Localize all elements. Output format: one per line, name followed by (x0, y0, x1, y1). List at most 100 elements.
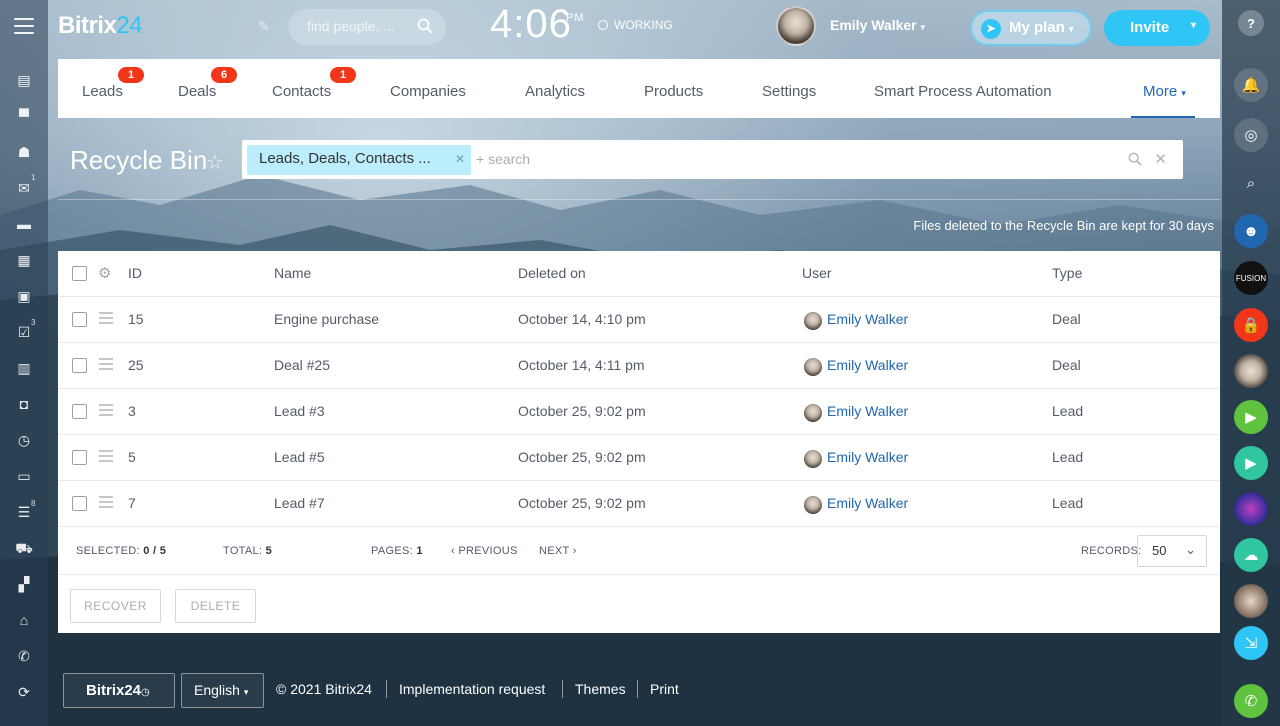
cell-id: 5 (128, 449, 136, 465)
drag-handle-icon[interactable] (99, 450, 113, 462)
row-checkbox[interactable] (72, 496, 87, 511)
calendar-icon[interactable]: ▣ (15, 288, 33, 304)
user-link[interactable]: Emily Walker (827, 357, 908, 373)
row-checkbox[interactable] (72, 312, 87, 327)
implementation-request-link[interactable]: Implementation request (399, 681, 545, 697)
global-search-input[interactable]: find people, ... (288, 9, 446, 45)
lock-icon[interactable]: 🔒 (1234, 308, 1268, 342)
sync-icon[interactable]: ⟳ (15, 684, 33, 700)
group-chat-icon[interactable]: ☻ (1234, 214, 1268, 248)
cell-id: 15 (128, 311, 144, 327)
user-avatar-2[interactable] (1234, 584, 1268, 618)
user-link[interactable]: Emily Walker (827, 403, 908, 419)
notifications-icon[interactable]: 🔔 (1234, 68, 1268, 102)
filter-preset-tag[interactable]: Leads, Deals, Contacts ... ✕ (247, 145, 471, 175)
tab-analytics[interactable]: Analytics (525, 83, 585, 100)
gear-icon[interactable]: ⚙ (98, 264, 111, 282)
mail-icon[interactable]: ✉ (15, 180, 33, 196)
video-call-icon[interactable]: ▶ (1234, 446, 1268, 480)
row-checkbox[interactable] (72, 450, 87, 465)
table-row[interactable]: 3 Lead #3 October 25, 9:02 pm Emily Walk… (58, 389, 1220, 435)
myplan-button[interactable]: ➤ My plan ▾ (970, 10, 1092, 46)
table-row[interactable]: 25 Deal #25 October 14, 4:11 pm Emily Wa… (58, 343, 1220, 389)
inventory-icon[interactable]: ⌂ (15, 612, 33, 628)
drag-handle-icon[interactable] (99, 496, 113, 508)
search-icon[interactable] (1128, 152, 1143, 166)
records-per-page-select[interactable]: 50 ⌄ (1137, 535, 1207, 567)
menu-icon[interactable] (14, 18, 34, 34)
language-select[interactable]: English ▾ (181, 673, 264, 708)
drag-handle-icon[interactable] (99, 404, 113, 416)
pencil-icon[interactable]: ✎ (258, 18, 270, 35)
tab-smart-process-automation[interactable]: Smart Process Automation (874, 83, 1052, 100)
clock-icon[interactable]: ◷ (15, 432, 33, 448)
select-all-checkbox[interactable] (72, 266, 87, 281)
tab-deals[interactable]: Deals (178, 83, 216, 100)
contacts-icon[interactable]: ▥ (15, 360, 33, 376)
user-menu[interactable]: Emily Walker ▾ (830, 17, 925, 33)
table-row[interactable]: 15 Engine purchase October 14, 4:10 pm E… (58, 297, 1220, 343)
row-checkbox[interactable] (72, 404, 87, 419)
column-name[interactable]: Name (274, 265, 311, 281)
user-link[interactable]: Emily Walker (827, 449, 908, 465)
apps-icon[interactable]: ▞ (15, 576, 33, 592)
video-icon[interactable]: ▶ (1234, 400, 1268, 434)
tab-more[interactable]: More ▾ (1143, 83, 1186, 100)
drag-handle-icon[interactable] (99, 358, 113, 370)
user-link[interactable]: Emily Walker (827, 495, 908, 511)
group-avatar[interactable] (1234, 492, 1268, 526)
tab-contacts[interactable]: Contacts (272, 83, 331, 100)
conference-icon[interactable]: ◘ (15, 396, 33, 412)
column-id[interactable]: ID (128, 265, 142, 281)
column-type[interactable]: Type (1052, 265, 1082, 281)
sites-icon[interactable]: ▭ (15, 468, 33, 484)
cloud-icon[interactable]: ☁ (1234, 538, 1268, 572)
themes-link[interactable]: Themes (575, 681, 626, 697)
invite-button[interactable]: Invite ▾ (1104, 10, 1210, 46)
table-row[interactable]: 7 Lead #7 October 25, 9:02 pm Emily Walk… (58, 481, 1220, 527)
user-avatar[interactable] (1234, 354, 1268, 388)
app-logo[interactable]: Bitrix24 (58, 12, 143, 40)
cell-type: Lead (1052, 495, 1084, 511)
drive-icon[interactable]: ▬ (15, 216, 33, 232)
help-icon[interactable]: ? (1238, 10, 1264, 36)
filter-bar[interactable]: Leads, Deals, Contacts ... ✕ + search ✕ (242, 140, 1183, 179)
table-row[interactable]: 5 Lead #5 October 25, 9:02 pm Emily Walk… (58, 435, 1220, 481)
next-page-button[interactable]: NEXT › (539, 545, 577, 557)
cart-icon[interactable]: ⛟ (15, 540, 33, 556)
docs-icon[interactable]: ▦ (15, 252, 33, 268)
tab-products[interactable]: Products (644, 83, 703, 100)
tab-leads[interactable]: Leads (82, 83, 123, 100)
delete-button[interactable]: DELETE (175, 589, 256, 623)
previous-page-button[interactable]: ‹ PREVIOUS (451, 545, 518, 557)
messenger-icon[interactable]: ◎ (1234, 118, 1268, 152)
clock[interactable]: 4:06 PM (490, 2, 584, 47)
groups-icon[interactable]: ☗ (15, 144, 33, 160)
user-link[interactable]: Emily Walker (827, 311, 908, 327)
chat-icon[interactable]: ▀ (15, 108, 33, 124)
drag-handle-icon[interactable] (99, 312, 113, 324)
fusion-avatar[interactable]: FUSION (1234, 261, 1268, 295)
phone-icon[interactable]: ✆ (15, 648, 33, 664)
filter-search-input[interactable]: + search (476, 151, 530, 167)
feed-icon[interactable]: ▤ (15, 72, 33, 88)
column-user[interactable]: User (802, 265, 832, 281)
avatar (804, 450, 822, 468)
row-checkbox[interactable] (72, 358, 87, 373)
work-status[interactable]: WORKING (598, 18, 673, 32)
recover-button[interactable]: RECOVER (70, 589, 161, 623)
close-icon[interactable]: ✕ (455, 152, 465, 166)
tab-settings[interactable]: Settings (762, 83, 816, 100)
cell-name: Lead #3 (274, 403, 325, 419)
star-icon[interactable]: ☆ (206, 150, 224, 175)
avatar[interactable] (776, 6, 816, 46)
tab-companies[interactable]: Companies (390, 83, 466, 100)
search-icon[interactable]: ⌕ (1234, 166, 1268, 200)
footer-logo[interactable]: Bitrix24◷ (63, 673, 175, 708)
print-link[interactable]: Print (650, 681, 679, 697)
transfer-icon[interactable]: ⇲ (1234, 626, 1268, 660)
column-deleted-on[interactable]: Deleted on (518, 265, 586, 281)
chevron-down-icon: ▾ (243, 687, 249, 697)
clear-icon[interactable]: ✕ (1154, 151, 1167, 168)
call-icon[interactable]: ✆ (1234, 684, 1268, 718)
